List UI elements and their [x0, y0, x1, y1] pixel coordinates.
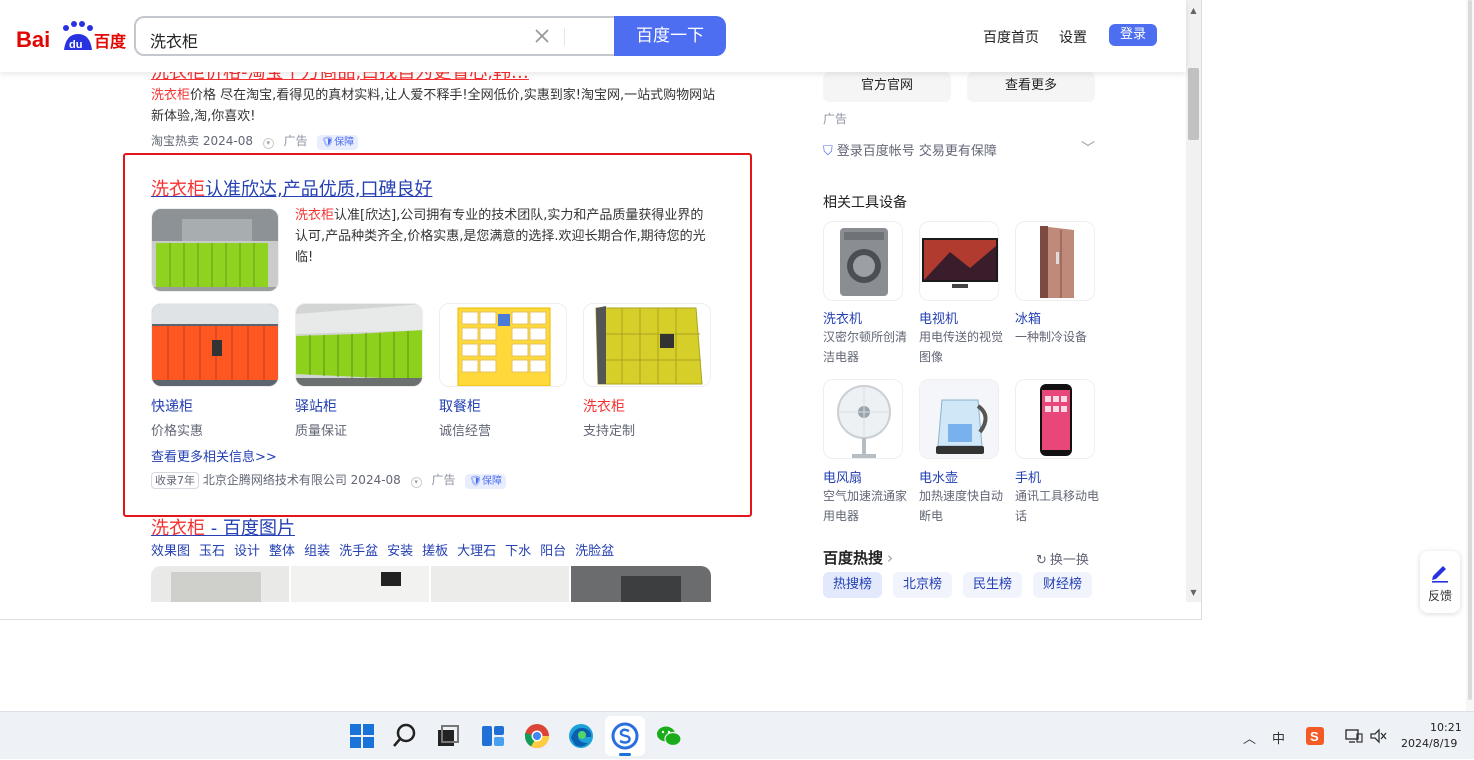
- tools-title: 相关工具设备: [823, 195, 907, 211]
- svg-text:百度: 百度: [94, 32, 126, 51]
- guarantee-badge[interactable]: 🛡保障: [317, 135, 359, 150]
- image-tag[interactable]: 组装: [304, 544, 330, 559]
- phone-icon: [1040, 384, 1072, 456]
- login-button[interactable]: 登录: [1109, 24, 1157, 46]
- image-tag[interactable]: 搓板: [422, 544, 448, 559]
- tool-description: 加热速度快自动断电: [919, 489, 1004, 523]
- network-icon[interactable]: [1345, 728, 1363, 744]
- tool-description: 空气加速流通家用电器: [823, 489, 908, 523]
- image-tag[interactable]: 整体: [269, 544, 295, 559]
- tool-description: 用电传送的视觉图像: [919, 330, 1004, 364]
- clock-date[interactable]: 2024/8/19: [1401, 737, 1457, 750]
- tool-fan-image[interactable]: [823, 379, 903, 459]
- hot-search-title[interactable]: 百度热搜 ›: [823, 547, 893, 568]
- result-description: 洗衣柜价格 尽在淘宝,看得见的真材实料,让人爱不释手!全网低价,实惠到家!淘宝网…: [151, 88, 716, 124]
- image-tag[interactable]: 下水: [505, 544, 531, 559]
- search-button[interactable]: 百度一下: [614, 16, 726, 56]
- result-title-link[interactable]: 洗衣柜 - 百度图片: [151, 514, 295, 540]
- volume-muted-icon[interactable]: [1369, 728, 1387, 744]
- annotation-highlight-box: [123, 153, 752, 517]
- hot-tab-hotlist[interactable]: 热搜榜: [823, 572, 883, 598]
- svg-text:Bai: Bai: [16, 27, 50, 52]
- ime-indicator[interactable]: 中: [1272, 728, 1285, 747]
- chevron-down-icon[interactable]: ﹀: [1081, 138, 1095, 158]
- svg-text:du: du: [69, 39, 82, 51]
- washing-machine-icon: [840, 228, 888, 296]
- image-tag[interactable]: 大理石: [457, 544, 496, 559]
- hot-tab-beijing[interactable]: 北京榜: [893, 572, 953, 598]
- task-view-icon[interactable]: [433, 721, 463, 751]
- hot-tab-finance[interactable]: 财经榜: [1033, 572, 1093, 598]
- sogou-browser-active[interactable]: [605, 716, 645, 756]
- window-scrollbar[interactable]: [1466, 0, 1474, 711]
- dropdown-icon[interactable]: ▾: [262, 138, 274, 149]
- chevron-up-icon[interactable]: ︿: [1243, 728, 1256, 747]
- view-more-button[interactable]: 查看更多: [967, 72, 1095, 102]
- tool-fridge-image[interactable]: [1015, 221, 1095, 301]
- search-icon[interactable]: [390, 721, 420, 751]
- image-tag[interactable]: 阳台: [540, 544, 566, 559]
- widgets-icon[interactable]: [478, 721, 508, 751]
- refresh-icon: ↻: [1036, 553, 1047, 568]
- clock-time[interactable]: 10:21: [1430, 721, 1462, 734]
- tv-icon: [922, 238, 998, 288]
- image-tag[interactable]: 设计: [234, 544, 260, 559]
- divider: [564, 28, 565, 46]
- nav-settings-link[interactable]: 设置: [1059, 27, 1087, 47]
- pen-icon: [1432, 566, 1448, 583]
- tool-phone-image[interactable]: [1015, 379, 1095, 459]
- feedback-button[interactable]: 反馈: [1420, 551, 1460, 613]
- chevron-right-icon: ›: [887, 549, 894, 567]
- hot-tab-livelihood[interactable]: 民生榜: [963, 572, 1023, 598]
- tool-name[interactable]: 电风扇: [823, 467, 862, 486]
- image-tag[interactable]: 效果图: [151, 544, 190, 559]
- fan-icon: [837, 385, 891, 458]
- image-tag[interactable]: 安装: [387, 544, 413, 559]
- official-site-button[interactable]: 官方官网: [823, 72, 951, 102]
- sogou-ime-icon[interactable]: S: [1306, 727, 1324, 745]
- scroll-down-icon[interactable]: ▼: [1189, 588, 1198, 597]
- search-header: Bai du 百度 洗衣柜 百度一下 百度首页 设置 登录: [0, 0, 1186, 72]
- image-tag[interactable]: 洗手盆: [339, 544, 378, 559]
- scroll-up-icon[interactable]: ▲: [1189, 6, 1198, 15]
- image-tag[interactable]: 洗脸盆: [575, 544, 614, 559]
- fridge-icon: [1040, 226, 1074, 298]
- scrollbar[interactable]: ▲ ▼: [1186, 0, 1201, 602]
- chrome-icon[interactable]: [522, 721, 552, 751]
- baidu-logo[interactable]: Bai du 百度: [16, 20, 126, 54]
- taskbar: ︿ 中 S 10:21 2024/8/19: [0, 711, 1474, 759]
- clear-icon[interactable]: [532, 26, 552, 46]
- edge-icon[interactable]: [566, 721, 596, 751]
- image-tag[interactable]: 玉石: [199, 544, 225, 559]
- ad-label: 广告: [823, 112, 848, 126]
- tool-description: 一种制冷设备: [1015, 330, 1088, 344]
- tool-name[interactable]: 手机: [1015, 467, 1041, 486]
- search-input[interactable]: 洗衣柜: [134, 16, 616, 56]
- browser-viewport: 洗衣柜价格-淘宝千万商品,白找自为更省心,韩… 洗衣柜价格 尽在淘宝,看得见的真…: [0, 0, 1202, 620]
- tool-name[interactable]: 电视机: [919, 308, 958, 327]
- tool-description: 通讯工具移动电话: [1015, 489, 1100, 523]
- wechat-icon[interactable]: [654, 721, 684, 751]
- image-tag-list: 效果图 玉石 设计 整体 组装 洗手盆 安装 搓板 大理石 下水 阳台 洗脸盆: [151, 540, 623, 559]
- windows-start-icon[interactable]: [347, 721, 377, 751]
- scroll-thumb[interactable]: [1188, 68, 1199, 140]
- tool-name[interactable]: 冰箱: [1015, 308, 1041, 327]
- tool-name[interactable]: 洗衣机: [823, 308, 862, 327]
- kettle-icon: [920, 380, 998, 458]
- sogou-icon: [611, 722, 639, 750]
- refresh-button[interactable]: ↻ 换一换: [1036, 549, 1089, 568]
- tool-name[interactable]: 电水壶: [919, 467, 958, 486]
- tool-description: 汉密尔顿所创清洁电器: [823, 330, 908, 364]
- image-strip[interactable]: [151, 566, 711, 602]
- tool-washing-machine-image[interactable]: [823, 221, 903, 301]
- tool-tv-image[interactable]: [919, 221, 999, 301]
- result-meta: 淘宝热卖 2024-08 ▾ 广告 🛡保障: [151, 132, 359, 150]
- nav-home-link[interactable]: 百度首页: [983, 27, 1039, 47]
- shield-icon: ⛉: [823, 144, 833, 159]
- svg-text:S: S: [1310, 729, 1319, 744]
- login-tip[interactable]: ⛉ 登录百度帐号 交易更有保障 ﹀: [823, 140, 1095, 159]
- tool-kettle-image[interactable]: [919, 379, 999, 459]
